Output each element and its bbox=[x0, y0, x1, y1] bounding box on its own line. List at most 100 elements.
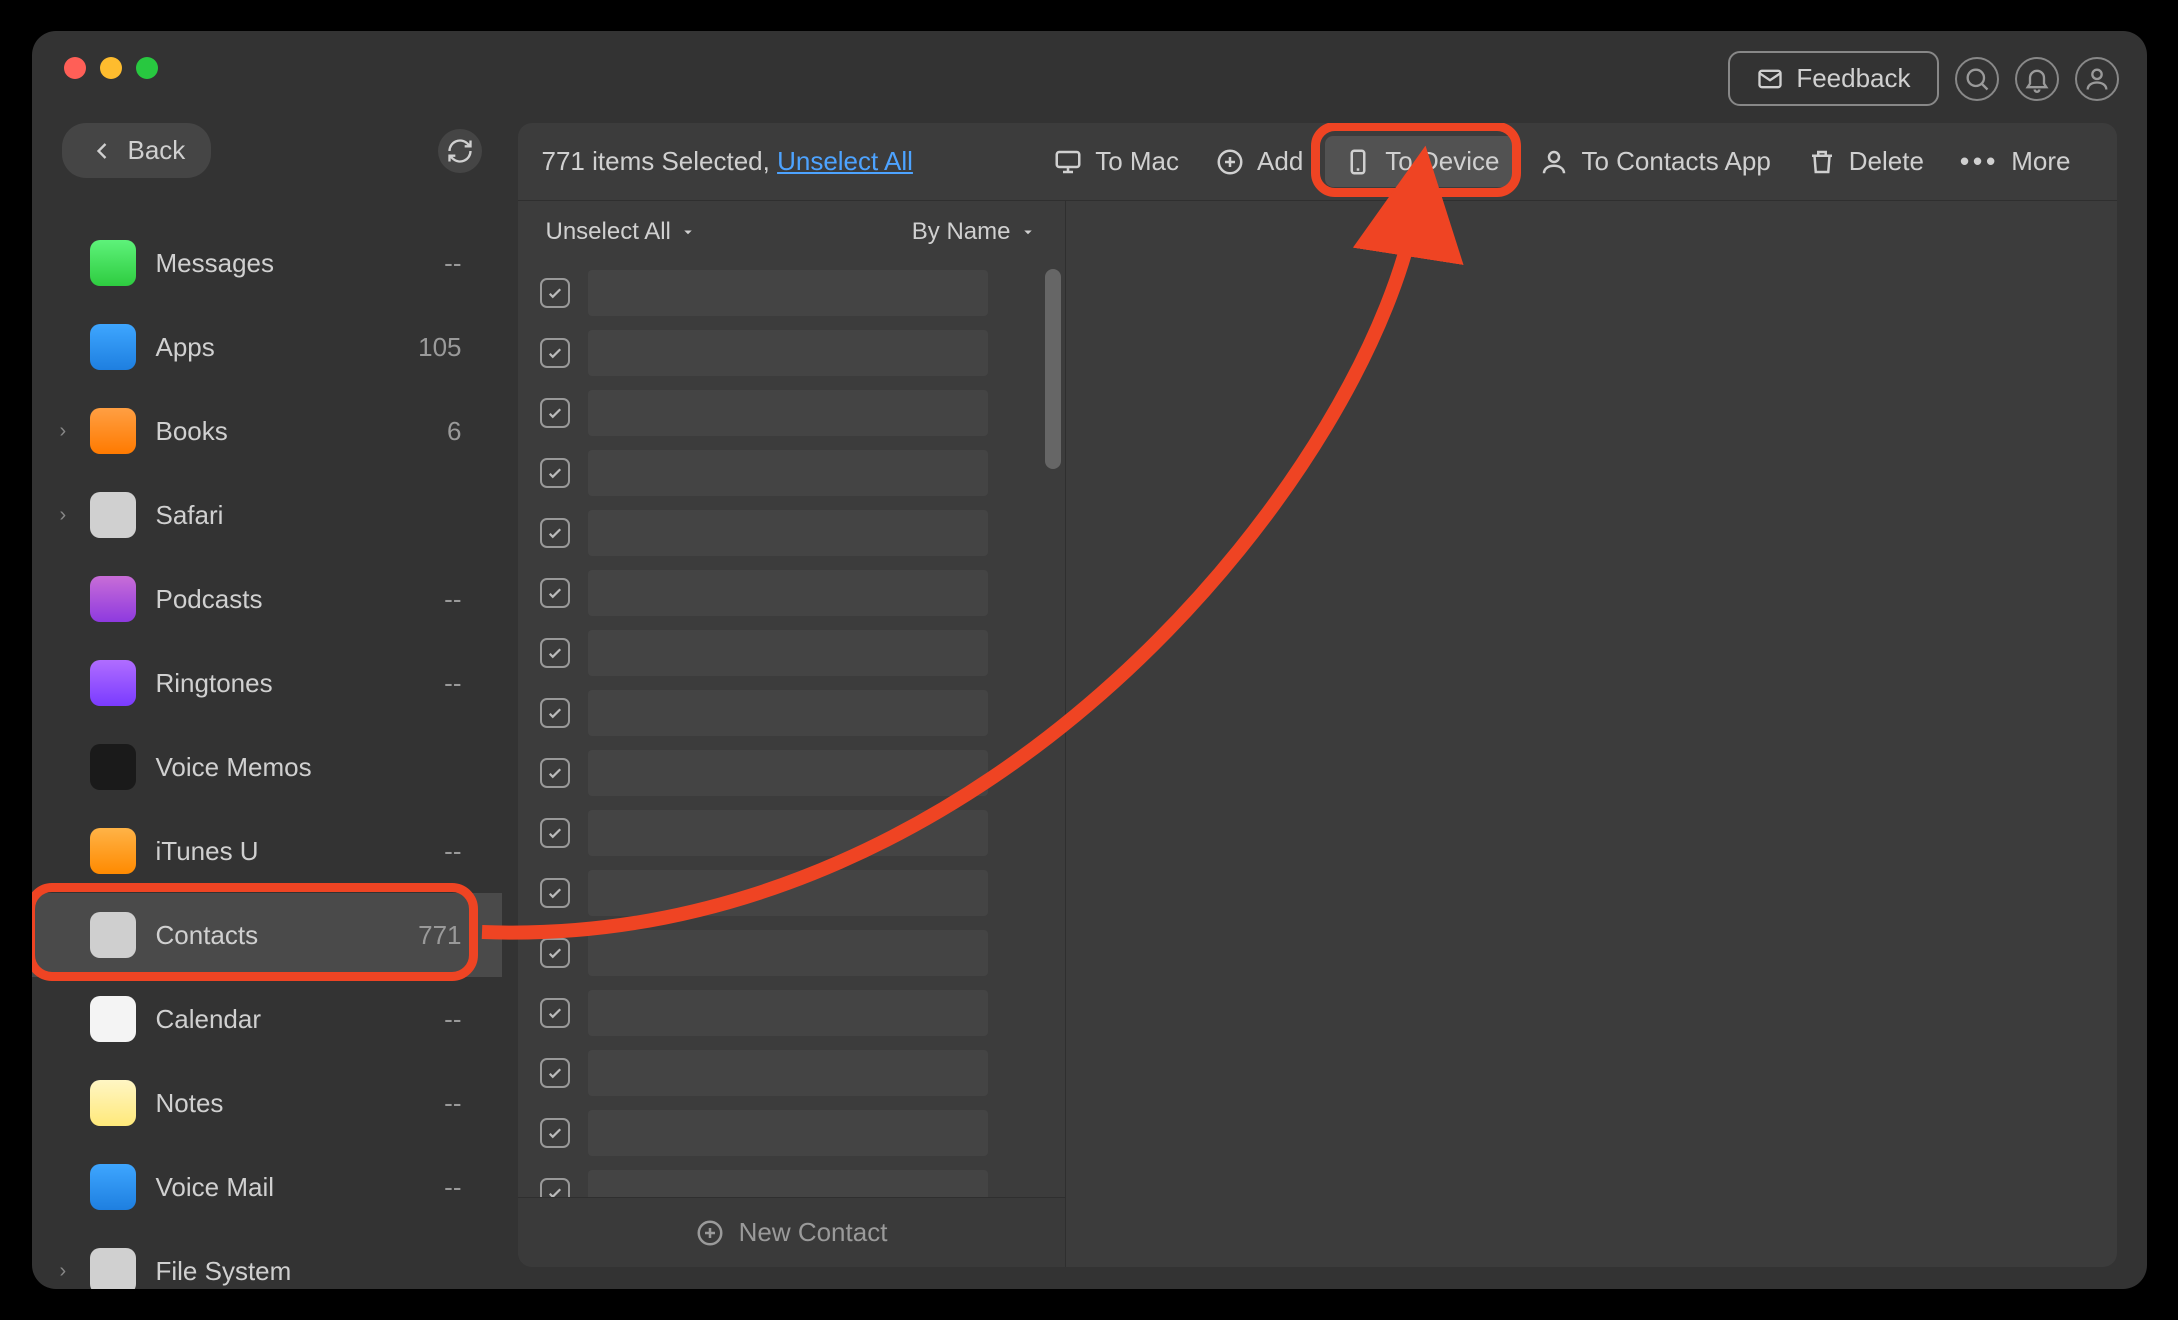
more-button[interactable]: ••• More bbox=[1942, 136, 2089, 187]
list-item-placeholder bbox=[588, 570, 988, 616]
checkbox-icon[interactable] bbox=[540, 458, 570, 488]
list-item-placeholder bbox=[588, 630, 988, 676]
unselect-all-link[interactable]: Unselect All bbox=[777, 146, 913, 176]
sidebar-item-label: Notes bbox=[156, 1088, 445, 1119]
bell-icon bbox=[2023, 65, 2051, 93]
window-controls bbox=[64, 57, 158, 79]
list-item[interactable] bbox=[518, 1163, 1065, 1197]
list-item-placeholder bbox=[588, 870, 988, 916]
list-item[interactable] bbox=[518, 383, 1065, 443]
close-icon[interactable] bbox=[64, 57, 86, 79]
add-button[interactable]: Add bbox=[1197, 136, 1321, 187]
contact-rows[interactable] bbox=[518, 263, 1065, 1197]
checkbox-icon[interactable] bbox=[540, 578, 570, 608]
checkbox-icon[interactable] bbox=[540, 398, 570, 428]
minimize-icon[interactable] bbox=[100, 57, 122, 79]
sidebar-item-label: Podcasts bbox=[156, 584, 445, 615]
sidebar-item-label: Safari bbox=[156, 500, 462, 531]
to-mac-button[interactable]: To Mac bbox=[1035, 136, 1197, 187]
sidebar-item-count: 105 bbox=[418, 332, 461, 363]
feedback-label: Feedback bbox=[1796, 63, 1910, 94]
new-contact-button[interactable]: New Contact bbox=[518, 1197, 1065, 1267]
list-item[interactable] bbox=[518, 683, 1065, 743]
sidebar-item-calendar[interactable]: Calendar-- bbox=[32, 977, 502, 1061]
sidebar-item-messages[interactable]: Messages-- bbox=[32, 221, 502, 305]
checkbox-icon[interactable] bbox=[540, 758, 570, 788]
checkbox-icon[interactable] bbox=[540, 818, 570, 848]
list-item[interactable] bbox=[518, 983, 1065, 1043]
back-button[interactable]: Back bbox=[62, 123, 212, 178]
checkbox-icon[interactable] bbox=[540, 1118, 570, 1148]
chevron-down-icon bbox=[1019, 223, 1037, 241]
checkbox-icon[interactable] bbox=[540, 698, 570, 728]
scrollbar-thumb[interactable] bbox=[1045, 269, 1061, 469]
delete-label: Delete bbox=[1849, 146, 1924, 177]
list-item[interactable] bbox=[518, 503, 1065, 563]
list-item[interactable] bbox=[518, 863, 1065, 923]
list-item[interactable] bbox=[518, 443, 1065, 503]
sidebar-item-filesystem[interactable]: ›File System bbox=[32, 1229, 502, 1289]
search-button[interactable] bbox=[1955, 57, 1999, 101]
sidebar-item-voicemail[interactable]: Voice Mail-- bbox=[32, 1145, 502, 1229]
delete-button[interactable]: Delete bbox=[1789, 136, 1942, 187]
list-item[interactable] bbox=[518, 803, 1065, 863]
monitor-icon bbox=[1053, 147, 1083, 177]
person-icon bbox=[1539, 147, 1569, 177]
checkbox-icon[interactable] bbox=[540, 338, 570, 368]
sidebar-item-count: -- bbox=[444, 668, 461, 699]
sidebar-item-ringtones[interactable]: Ringtones-- bbox=[32, 641, 502, 725]
sidebar-item-itunesu[interactable]: iTunes U-- bbox=[32, 809, 502, 893]
checkbox-icon[interactable] bbox=[540, 878, 570, 908]
sidebar-item-label: Contacts bbox=[156, 920, 419, 951]
checkbox-icon[interactable] bbox=[540, 1178, 570, 1197]
to-device-button[interactable]: To Device bbox=[1325, 136, 1517, 187]
refresh-button[interactable] bbox=[438, 129, 482, 173]
checkbox-icon[interactable] bbox=[540, 938, 570, 968]
list-item[interactable] bbox=[518, 563, 1065, 623]
list-item[interactable] bbox=[518, 743, 1065, 803]
calendar-app-icon bbox=[90, 996, 136, 1042]
itunesu-app-icon bbox=[90, 828, 136, 874]
checkbox-icon[interactable] bbox=[540, 998, 570, 1028]
back-label: Back bbox=[128, 135, 186, 166]
checkbox-icon[interactable] bbox=[540, 638, 570, 668]
plus-circle-icon bbox=[1215, 147, 1245, 177]
sort-dropdown[interactable]: By Name bbox=[912, 218, 1037, 246]
sidebar-item-books[interactable]: ›Books6 bbox=[32, 389, 502, 473]
sidebar-item-safari[interactable]: ›Safari bbox=[32, 473, 502, 557]
list-item[interactable] bbox=[518, 323, 1065, 383]
sidebar-item-contacts[interactable]: Contacts771 bbox=[32, 893, 502, 977]
zoom-icon[interactable] bbox=[136, 57, 158, 79]
sidebar-item-notes[interactable]: Notes-- bbox=[32, 1061, 502, 1145]
list-item[interactable] bbox=[518, 623, 1065, 683]
chevron-down-icon bbox=[679, 223, 697, 241]
list-item[interactable] bbox=[518, 1043, 1065, 1103]
refresh-icon bbox=[446, 137, 474, 165]
sidebar-item-count: 6 bbox=[447, 416, 461, 447]
messages-app-icon bbox=[90, 240, 136, 286]
sidebar-item-label: Voice Memos bbox=[156, 752, 462, 783]
sidebar-item-voicememos[interactable]: Voice Memos bbox=[32, 725, 502, 809]
sidebar-item-count: 771 bbox=[418, 920, 461, 951]
sidebar-item-count: -- bbox=[444, 1004, 461, 1035]
list-item-placeholder bbox=[588, 750, 988, 796]
list-item[interactable] bbox=[518, 263, 1065, 323]
list-item-placeholder bbox=[588, 690, 988, 736]
feedback-button[interactable]: Feedback bbox=[1728, 51, 1938, 106]
list-item[interactable] bbox=[518, 1103, 1065, 1163]
checkbox-icon[interactable] bbox=[540, 518, 570, 548]
sidebar-item-podcasts[interactable]: Podcasts-- bbox=[32, 557, 502, 641]
sidebar-item-label: Apps bbox=[156, 332, 419, 363]
checkbox-icon[interactable] bbox=[540, 1058, 570, 1088]
account-button[interactable] bbox=[2075, 57, 2119, 101]
sidebar-item-label: File System bbox=[156, 1256, 462, 1287]
sidebar-item-apps[interactable]: Apps105 bbox=[32, 305, 502, 389]
unselect-all-label: Unselect All bbox=[546, 218, 671, 246]
user-icon bbox=[2083, 65, 2111, 93]
notifications-button[interactable] bbox=[2015, 57, 2059, 101]
selection-info: 771 items Selected, Unselect All bbox=[542, 146, 913, 177]
checkbox-icon[interactable] bbox=[540, 278, 570, 308]
to-contacts-app-button[interactable]: To Contacts App bbox=[1521, 136, 1788, 187]
unselect-all-dropdown[interactable]: Unselect All bbox=[546, 218, 697, 246]
list-item[interactable] bbox=[518, 923, 1065, 983]
